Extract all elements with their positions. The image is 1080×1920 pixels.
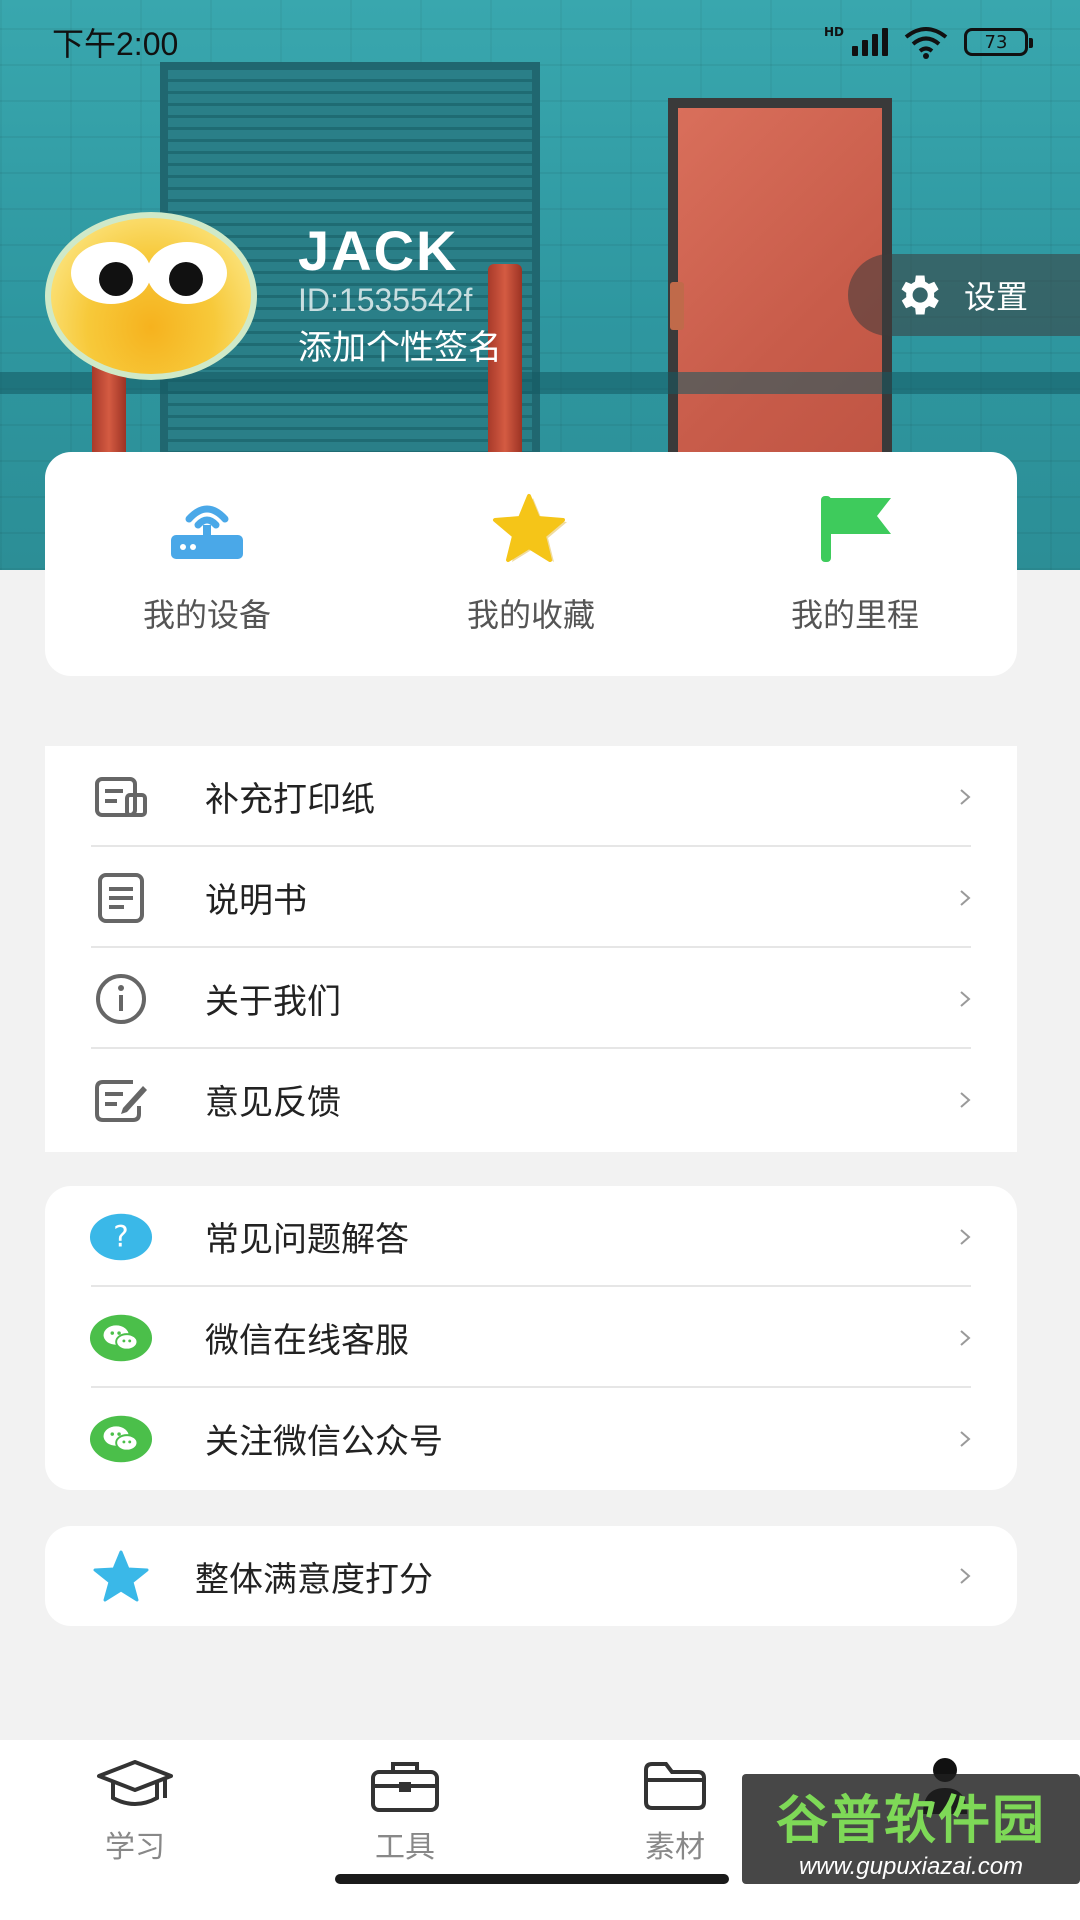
watermark-url: www.gupuxiazai.com	[798, 1852, 1024, 1880]
feedback-icon	[95, 1079, 147, 1122]
menu-item-wechat-service[interactable]: 微信在线客服	[45, 1287, 1017, 1388]
home-indicator[interactable]	[335, 1874, 729, 1884]
wifi-icon	[904, 27, 948, 59]
info-icon	[96, 973, 146, 1024]
menu-item-label: 微信在线客服	[205, 1321, 409, 1361]
wechat-icon	[89, 1415, 153, 1462]
chevron-right-icon	[960, 1430, 971, 1447]
menu-section-service: 补充打印纸 说明书 关于我们 意见反馈	[45, 746, 1017, 1152]
settings-label: 设置	[964, 278, 1029, 316]
battery-icon: 73	[964, 28, 1033, 56]
chevron-right-icon	[960, 1228, 971, 1245]
quick-actions-card: 我的设备 我的收藏 我的里程	[45, 452, 1017, 676]
menu-item-follow-wechat-account[interactable]: 关注微信公众号	[45, 1388, 1017, 1489]
chevron-right-icon	[960, 1329, 971, 1346]
wechat-icon	[89, 1314, 153, 1361]
chevron-right-icon	[960, 1091, 971, 1108]
avatar-eye	[71, 242, 151, 304]
add-signature-link[interactable]: 添加个性签名	[298, 320, 502, 369]
status-icons: HD 73	[823, 25, 1033, 59]
banner-door-handle	[670, 282, 684, 330]
menu-item-label: 意见反馈	[205, 1083, 341, 1123]
printer-paper-icon	[95, 776, 147, 817]
user-id: ID:1535542f	[298, 282, 473, 318]
user-name: JACK	[298, 219, 459, 282]
battery-level: 73	[984, 31, 1008, 53]
question-icon: ?	[89, 1213, 153, 1260]
chevron-right-icon	[960, 889, 971, 906]
menu-section-rating: 整体满意度打分	[45, 1526, 1017, 1626]
folder-icon	[644, 1762, 706, 1810]
nav-tab-label: 工具	[375, 1830, 435, 1865]
signal-icon	[852, 28, 888, 56]
quick-item-my-favorites[interactable]: 我的收藏	[381, 492, 681, 636]
nav-tab-tools[interactable]: 工具	[275, 1756, 535, 1920]
status-bar: 下午2:00 HD 73	[0, 0, 1080, 84]
svg-text:?: ?	[113, 1219, 128, 1253]
menu-item-about-us[interactable]: 关于我们	[45, 948, 1017, 1049]
watermark-logo: 谷普软件园 www.gupuxiazai.com	[742, 1774, 1080, 1884]
graduation-cap-icon	[97, 1760, 173, 1806]
router-icon	[171, 505, 243, 559]
chevron-right-icon	[960, 1568, 971, 1584]
menu-item-refill-paper[interactable]: 补充打印纸	[45, 746, 1017, 847]
star-icon	[493, 494, 567, 562]
nav-tab-label: 素材	[645, 1830, 705, 1865]
banner-pole	[488, 264, 522, 484]
settings-button[interactable]: 设置	[848, 254, 1080, 336]
nav-tab-study[interactable]: 学习	[5, 1756, 265, 1920]
star-icon	[93, 1550, 149, 1602]
quick-item-label: 我的里程	[790, 596, 919, 634]
network-badge: HD	[823, 25, 844, 39]
manual-icon	[98, 872, 144, 923]
menu-item-label: 关注微信公众号	[205, 1422, 443, 1462]
avatar[interactable]	[45, 212, 257, 380]
chevron-right-icon	[960, 990, 971, 1007]
avatar-eye	[147, 242, 227, 304]
menu-item-label: 整体满意度打分	[195, 1559, 433, 1600]
quick-item-my-mileage[interactable]: 我的里程	[705, 492, 1005, 636]
menu-item-label: 说明书	[205, 881, 307, 921]
gear-icon	[901, 275, 939, 315]
nav-tab-label: 学习	[105, 1830, 165, 1865]
menu-section-support: ? 常见问题解答 微信在线客服 关注微信公众号	[45, 1186, 1017, 1490]
watermark-main-text: 谷普软件园	[775, 1790, 1046, 1851]
menu-item-label: 补充打印纸	[205, 780, 375, 820]
menu-item-feedback[interactable]: 意见反馈	[45, 1049, 1017, 1150]
chevron-right-icon	[960, 788, 971, 805]
menu-item-manual[interactable]: 说明书	[45, 847, 1017, 948]
menu-item-satisfaction-rating[interactable]: 整体满意度打分	[45, 1526, 1017, 1626]
menu-item-label: 关于我们	[205, 982, 341, 1022]
quick-item-label: 我的设备	[142, 596, 271, 634]
quick-item-label: 我的收藏	[466, 596, 595, 634]
toolbox-icon	[371, 1762, 439, 1812]
quick-item-my-device[interactable]: 我的设备	[57, 492, 357, 636]
menu-item-label: 常见问题解答	[205, 1220, 409, 1260]
menu-item-faq[interactable]: ? 常见问题解答	[45, 1186, 1017, 1287]
status-time: 下午2:00	[52, 26, 179, 62]
flag-icon	[821, 496, 891, 562]
